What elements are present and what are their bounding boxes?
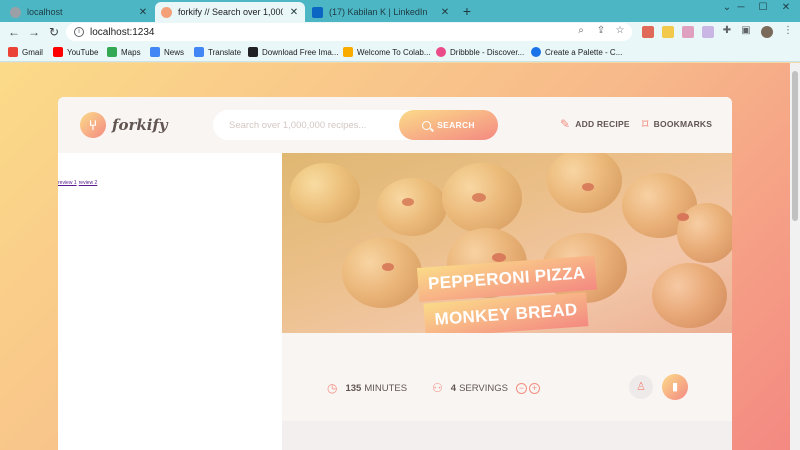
- side-panel-icon[interactable]: ▣: [739, 24, 753, 38]
- plus-circle-icon[interactable]: +: [529, 382, 540, 394]
- app-container: ⑂ forkify SEARCH ✎ ADD RECIPE ⌑ BOOKMARK…: [58, 97, 732, 450]
- review-link-1[interactable]: review 1: [58, 180, 77, 186]
- tab-linkedin[interactable]: (17) Kabilan K | LinkedIn ✕: [306, 2, 456, 22]
- bookmark-recipe-button[interactable]: ▮: [662, 374, 688, 400]
- back-button[interactable]: ←: [6, 24, 22, 40]
- close-tab-icon[interactable]: ✕: [289, 7, 299, 18]
- bookmark-colab[interactable]: Welcome To Colab...: [343, 46, 431, 58]
- more-menu-icon[interactable]: ⋮: [781, 24, 795, 38]
- bookmarks-button[interactable]: ⌑ BOOKMARKS: [642, 117, 712, 131]
- servings-stepper: − +: [516, 382, 542, 394]
- close-tab-icon[interactable]: ✕: [138, 7, 148, 18]
- search-icon: [422, 120, 432, 130]
- add-recipe-button[interactable]: ✎ ADD RECIPE: [560, 117, 630, 131]
- cooking-time-unit: MINUTES: [364, 382, 408, 394]
- youtube-icon: [53, 47, 63, 57]
- user-generated-icon: ♙: [629, 375, 653, 399]
- brand-name: forkify: [112, 116, 168, 134]
- profile-avatar-icon[interactable]: [761, 26, 773, 38]
- servings-unit: SERVINGS: [459, 382, 508, 394]
- review-links: review 1 review 2: [58, 171, 99, 189]
- extension-icon[interactable]: [642, 26, 654, 38]
- edit-icon: ✎: [560, 117, 571, 131]
- users-icon: ⚇: [432, 381, 443, 395]
- bookmark-youtube[interactable]: YouTube: [53, 46, 98, 58]
- close-tab-icon[interactable]: ✕: [440, 7, 450, 18]
- bookmark-gmail[interactable]: Gmail: [8, 46, 43, 58]
- minus-circle-icon[interactable]: −: [516, 382, 527, 394]
- bookmark-coolors[interactable]: Create a Palette - C...: [531, 46, 622, 58]
- recipe-panel: PEPPERONI PIZZA MONKEY BREAD ◷ 135 MINUT…: [282, 153, 732, 450]
- address-bar[interactable]: i localhost:1234: [66, 23, 632, 41]
- search-button[interactable]: SEARCH: [399, 110, 498, 140]
- scrollbar-thumb[interactable]: [792, 71, 798, 221]
- recipe-details: ◷ 135 MINUTES ⚇ 4 SERVINGS − + ♙ ▮: [282, 333, 732, 421]
- bookmark-download-free-images[interactable]: Download Free Ima...: [248, 46, 338, 58]
- cooking-time-value: 135: [345, 382, 362, 394]
- browser-toolbar: ← → ↻ i localhost:1234 ⌕ ⇪ ☆ ✚ ▣ ⋮: [0, 22, 800, 42]
- minimize-button[interactable]: ─: [730, 2, 752, 13]
- close-window-button[interactable]: ✕: [775, 2, 797, 13]
- app-header: ⑂ forkify SEARCH ✎ ADD RECIPE ⌑ BOOKMARK…: [58, 97, 732, 153]
- servings: ⚇ 4 SERVINGS − +: [432, 381, 542, 395]
- bookmark-translate[interactable]: Translate: [194, 46, 241, 58]
- unsplash-icon: [248, 47, 258, 57]
- review-link-2[interactable]: review 2: [79, 180, 98, 186]
- browser-title-bar: localhost ✕ forkify // Search over 1,000…: [0, 0, 800, 22]
- zoom-icon[interactable]: ⌕: [574, 24, 588, 38]
- bookmark-icon: ▮: [671, 381, 679, 393]
- search-form: SEARCH: [213, 110, 498, 140]
- forkify-favicon-icon: [161, 6, 172, 18]
- maps-icon: [107, 47, 117, 57]
- gmail-icon: [8, 47, 18, 57]
- recipe-image: PEPPERONI PIZZA MONKEY BREAD: [282, 153, 732, 333]
- tab-forkify[interactable]: forkify // Search over 1,000,000 r ✕: [155, 2, 305, 22]
- bookmark-dribbble[interactable]: Dribbble - Discover...: [436, 46, 524, 58]
- coolors-icon: [531, 47, 541, 57]
- tab-title: (17) Kabilan K | LinkedIn: [329, 7, 428, 17]
- linkedin-icon: [312, 6, 323, 18]
- add-recipe-label: ADD RECIPE: [575, 119, 630, 129]
- fork-knife-icon: ⑂: [80, 112, 106, 138]
- extension-icon[interactable]: [662, 26, 674, 38]
- forward-button[interactable]: →: [26, 24, 42, 40]
- extension-icon[interactable]: [682, 26, 694, 38]
- logo[interactable]: ⑂ forkify: [80, 112, 168, 138]
- share-icon[interactable]: ⇪: [594, 24, 608, 38]
- tab-title: localhost: [27, 7, 63, 17]
- clock-icon: ◷: [327, 381, 338, 395]
- extension-icon[interactable]: [702, 26, 714, 38]
- star-icon[interactable]: ☆: [613, 24, 627, 38]
- search-input[interactable]: [229, 117, 389, 133]
- page-background: ⑂ forkify SEARCH ✎ ADD RECIPE ⌑ BOOKMARK…: [0, 63, 790, 450]
- bookmark-icon: ⌑: [642, 117, 649, 131]
- search-button-label: SEARCH: [437, 120, 475, 130]
- tab-title: forkify // Search over 1,000,000 r: [178, 7, 283, 17]
- puzzle-icon[interactable]: ✚: [720, 24, 734, 38]
- site-info-icon[interactable]: i: [74, 27, 84, 37]
- bookmark-maps[interactable]: Maps: [107, 46, 141, 58]
- page-scrollbar[interactable]: [790, 63, 800, 450]
- url-text: localhost:1234: [90, 26, 155, 38]
- globe-icon: [10, 6, 21, 18]
- reload-button[interactable]: ↻: [46, 24, 62, 40]
- maximize-button[interactable]: ☐: [752, 2, 774, 13]
- translate-icon: [194, 47, 204, 57]
- bookmark-news[interactable]: News: [150, 46, 184, 58]
- dribbble-icon: [436, 47, 446, 57]
- tab-localhost[interactable]: localhost ✕: [4, 2, 154, 22]
- search-results-panel: review 1 review 2: [58, 153, 282, 450]
- colab-icon: [343, 47, 353, 57]
- bookmarks-label: BOOKMARKS: [653, 119, 713, 129]
- bookmarks-bar: Gmail YouTube Maps News Translate Downlo…: [0, 42, 800, 62]
- new-tab-button[interactable]: +: [460, 3, 474, 19]
- recipe-title: PEPPERONI PIZZA MONKEY BREAD: [417, 255, 599, 333]
- cooking-time: ◷ 135 MINUTES: [327, 381, 407, 395]
- news-icon: [150, 47, 160, 57]
- servings-value: 4: [450, 382, 457, 394]
- recipe-ingredients: [282, 421, 732, 450]
